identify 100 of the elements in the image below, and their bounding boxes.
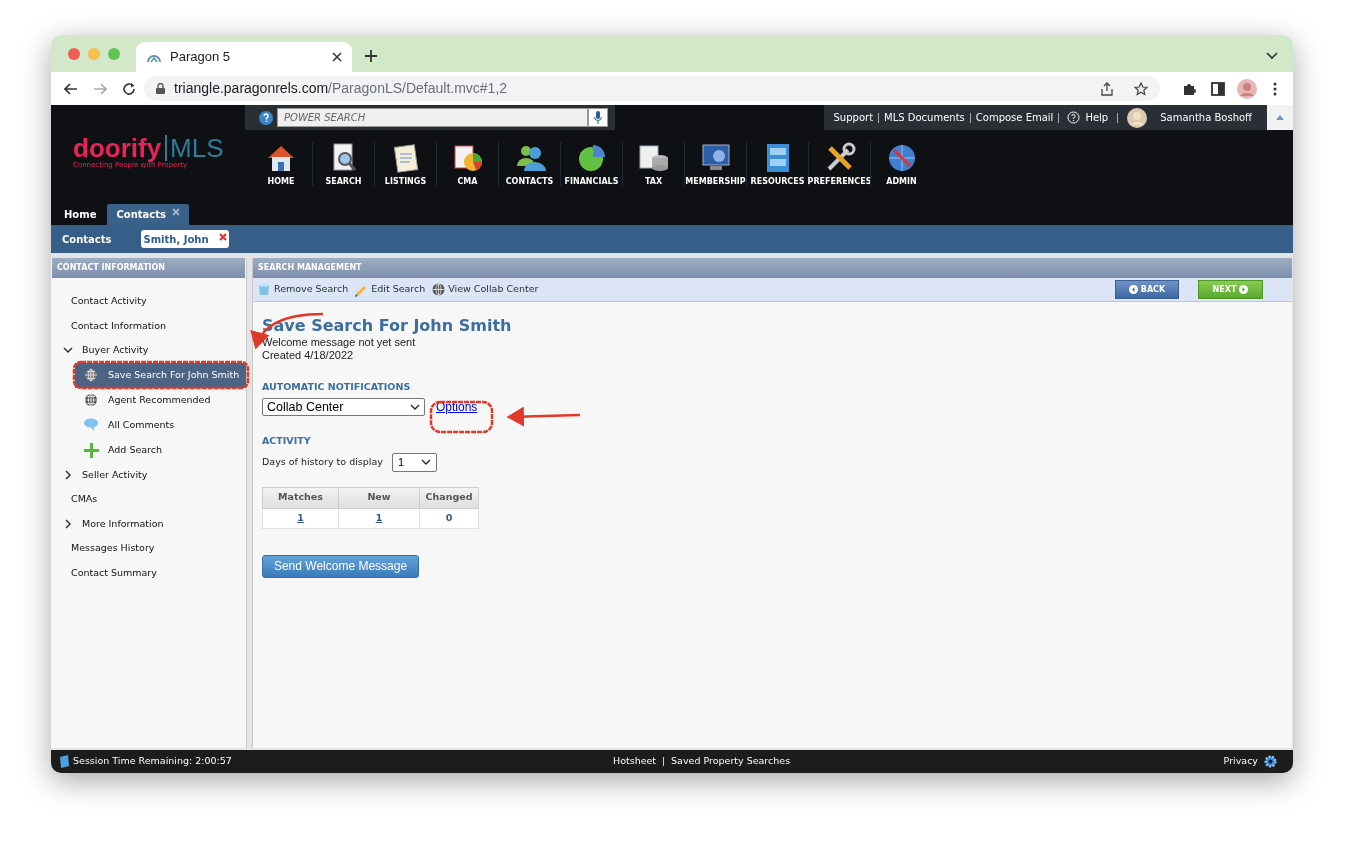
microphone-icon [594,110,602,125]
header-link[interactable]: Support [833,110,874,125]
plus-icon [84,442,99,458]
footer-link[interactable]: Hotsheet [613,754,657,769]
chevron-down-icon[interactable] [63,345,73,356]
caret-up-icon [1276,115,1284,120]
help-icon[interactable] [259,110,273,125]
microphone-button[interactable] [588,108,608,127]
chevron-down-icon [420,459,431,465]
circle-right-icon [1239,285,1249,294]
sidebar-item[interactable]: Add Search [75,437,246,463]
column-header: Matches [262,487,339,508]
more-icon[interactable] [1273,81,1277,96]
status-text: Welcome message not yet sent [262,336,416,349]
tab[interactable]: Home [55,204,106,225]
nav-item[interactable]: LISTINGS [374,142,436,186]
sidebar-item[interactable]: Contact Summary [51,560,246,585]
globe-icon [432,282,446,297]
header-link[interactable]: Compose Email [975,110,1054,125]
sidebar-item[interactable]: Buyer Activity [51,338,246,363]
globe-icon [84,392,99,408]
nav-item[interactable]: HOME [250,142,312,186]
nav-item[interactable]: MEMBERSHIP [684,142,746,186]
tab-title: Paragon 5 [170,48,231,67]
session-timer: Session Time Remaining: 2:00:57 [73,754,233,769]
nav-item[interactable]: RESOURCES [746,142,808,186]
toolbar-button[interactable]: Remove Search [258,282,349,297]
question-mark-drawing [263,113,269,122]
toolbar-button[interactable]: View Collab Center [432,282,539,297]
user-name[interactable]: Samantha Boshoff [1160,110,1252,125]
chevron-down-icon[interactable] [1266,52,1278,60]
user-avatar-icon[interactable] [1127,107,1148,128]
window-control-icon [68,48,80,60]
panel-header: SEARCH MANAGEMENT [253,258,1292,278]
sidebar-item[interactable]: All Comments [75,412,246,438]
count-link[interactable]: 1 [262,508,339,528]
window-control-icon [108,48,120,60]
logo: doorify MLS [73,135,225,161]
section-label: Contacts [62,232,113,247]
avatar-icon[interactable] [1237,78,1257,99]
puzzle-icon[interactable] [1182,81,1196,96]
globe-icon [84,367,99,383]
sidebar-item[interactable]: More Information [51,511,246,536]
field-label: Days of history to display [262,454,383,469]
status-text: Created 4/18/2022 [262,349,354,362]
browser-tab[interactable]: Paragon 5 [136,42,352,72]
panel-header: CONTACT INFORMATION [52,258,245,278]
new-tab-icon[interactable] [364,49,378,63]
section-label: ACTIVITY [262,434,311,449]
window-control-icon [88,48,100,60]
back-icon[interactable] [64,82,78,95]
circle-left-icon [1128,285,1138,294]
column-header: Changed [419,487,479,508]
chevron-right-icon[interactable] [63,518,73,529]
help-link[interactable]: Help [1085,110,1109,125]
options-link[interactable]: Options [436,398,478,417]
sidebar-item[interactable]: Contact Information [51,313,246,338]
sidebar-icon[interactable] [1211,81,1225,96]
sidebar-item[interactable]: Agent Recommended [75,387,246,413]
privacy-link[interactable]: Privacy [1223,754,1258,769]
footer-link[interactable]: Saved Property Searches [671,754,791,769]
sidebar-item[interactable]: Save Search For John Smith [75,362,246,388]
help-circle-icon[interactable] [1067,111,1081,124]
gear-icon[interactable] [1264,755,1277,768]
nav-item[interactable]: TAX [622,142,684,186]
nav-item[interactable]: SEARCH [312,142,374,186]
star-icon[interactable] [1134,81,1148,96]
days-dropdown[interactable]: 1 [391,452,437,472]
sidebar-item[interactable]: Contact Activity [51,289,246,314]
close-icon[interactable] [332,52,342,62]
nav-item[interactable]: ADMIN [870,142,932,186]
reload-icon[interactable] [122,81,136,96]
share-icon[interactable] [1101,81,1113,96]
notification-dropdown[interactable]: Collab Center [262,398,425,417]
section-label: AUTOMATIC NOTIFICATIONS [262,380,411,394]
lock-icon [156,83,165,94]
chart-icon [451,142,484,174]
sidebar-item[interactable]: CMAs [51,487,246,512]
collapse-button[interactable] [1267,105,1293,130]
speech-bubble-icon [84,417,99,433]
toolbar-button[interactable]: Edit Search [355,282,426,297]
nav-item[interactable]: FINANCIALS [560,142,622,186]
address-bar[interactable]: triangle.paragonrels.com/ParagonLS/Default.mvc#1,2 [144,76,1160,101]
document-icon [59,755,70,768]
chevron-right-icon[interactable] [63,469,73,480]
column-header: New [338,487,420,508]
trash-can-icon [258,282,271,297]
nav-item[interactable]: CONTACTS [498,142,560,186]
record-tab[interactable]: Smith, John [141,230,229,248]
sidebar-item[interactable]: Messages History [51,536,246,561]
nav-item[interactable]: CMA [436,142,498,186]
back-button[interactable]: BACK [1115,280,1179,299]
sidebar-item[interactable]: Seller Activity [51,462,246,487]
search-field[interactable]: POWER SEARCH [277,108,588,127]
chevron-down-icon [410,404,420,411]
nav-item[interactable]: PREFERENCES [808,142,870,186]
tab[interactable]: Contacts [107,204,189,225]
table-cell: 0 [419,508,479,528]
count-link[interactable]: 1 [338,508,420,528]
header-link[interactable]: MLS Documents [884,110,965,125]
